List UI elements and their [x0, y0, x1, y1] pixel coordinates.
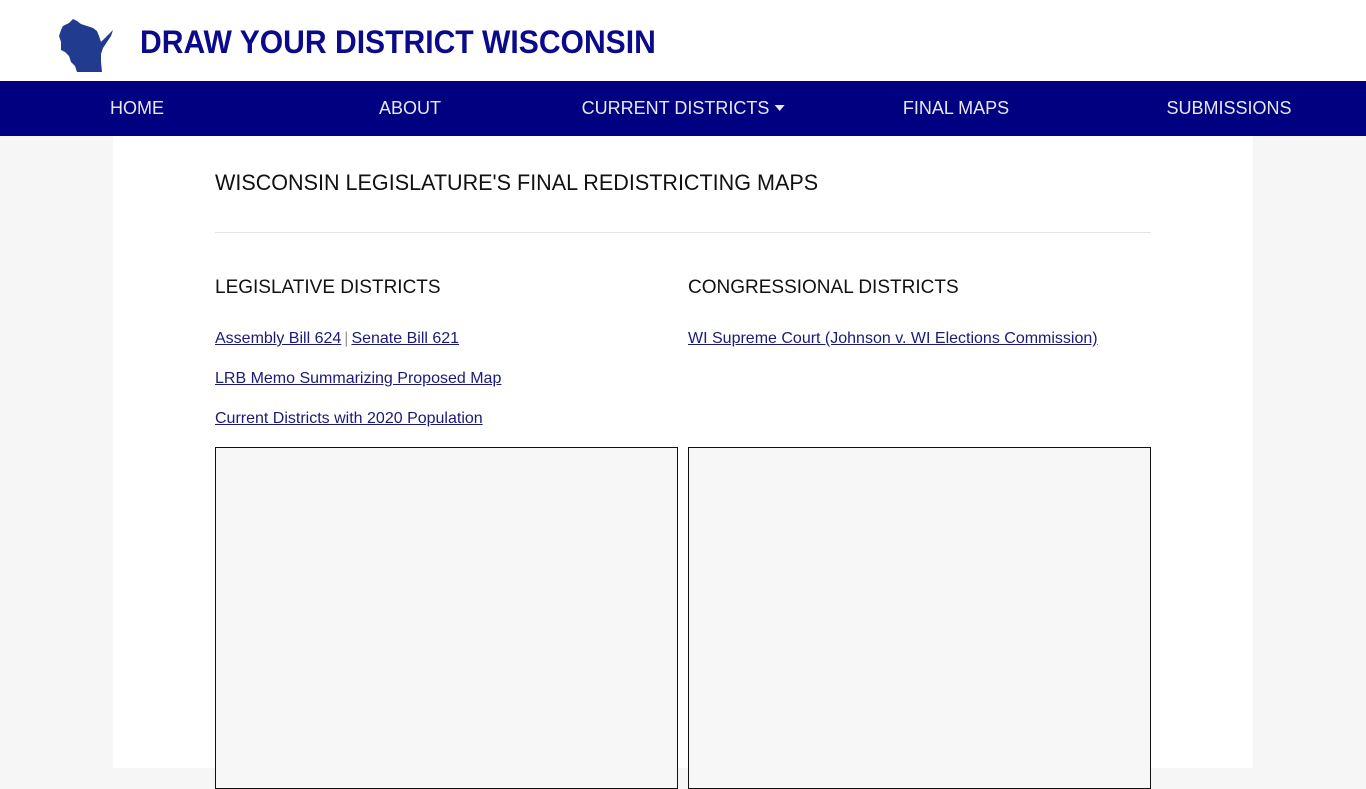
- main-content: WISCONSIN LEGISLATURE'S FINAL REDISTRICT…: [113, 136, 1253, 789]
- nav-current-districts[interactable]: CURRENT DISTRICTS: [582, 81, 785, 136]
- congressional-districts-section: CONGRESSIONAL DISTRICTS WI Supreme Court…: [688, 276, 1151, 351]
- senate-bill-link[interactable]: Senate Bill 621: [351, 330, 459, 347]
- nav-current-districts-label: CURRENT DISTRICTS: [581, 98, 770, 118]
- current-districts-link[interactable]: Current Districts with 2020 Population: [215, 410, 483, 427]
- nav-about[interactable]: ABOUT: [379, 81, 441, 136]
- congressional-map-embed[interactable]: [688, 447, 1151, 789]
- wisconsin-state-shape-icon[interactable]: [57, 16, 115, 73]
- current-districts-row: Current Districts with 2020 Population: [215, 407, 678, 431]
- page-title: WISCONSIN LEGISLATURE'S FINAL REDISTRICT…: [215, 170, 819, 195]
- divider: [215, 232, 1151, 233]
- bill-links-row: Assembly Bill 624 | Senate Bill 621: [215, 327, 678, 351]
- main-nav: HOME ABOUT CURRENT DISTRICTS FINAL MAPS …: [0, 81, 1366, 136]
- lrb-memo-row: LRB Memo Summarizing Proposed Map: [215, 367, 678, 391]
- section-heading: LEGISLATIVE DISTRICTS: [215, 277, 441, 298]
- site-header: DRAW YOUR DISTRICT WISCONSIN: [0, 0, 1366, 81]
- assembly-bill-link[interactable]: Assembly Bill 624: [215, 330, 341, 347]
- link-separator: |: [344, 330, 349, 347]
- section-heading: CONGRESSIONAL DISTRICTS: [688, 277, 959, 298]
- nav-submissions[interactable]: SUBMISSIONS: [1166, 81, 1291, 136]
- site-title[interactable]: DRAW YOUR DISTRICT WISCONSIN: [140, 24, 656, 61]
- supreme-court-link[interactable]: WI Supreme Court (Johnson v. WI Election…: [688, 330, 1098, 347]
- lrb-memo-link[interactable]: LRB Memo Summarizing Proposed Map: [215, 370, 501, 387]
- nav-home[interactable]: HOME: [110, 81, 164, 136]
- caret-down-icon: [774, 105, 785, 111]
- legislative-districts-section: LEGISLATIVE DISTRICTS Assembly Bill 624 |…: [215, 276, 678, 431]
- legislative-map-embed[interactable]: [215, 447, 678, 789]
- nav-final-maps[interactable]: FINAL MAPS: [903, 81, 1009, 136]
- supreme-court-row: WI Supreme Court (Johnson v. WI Election…: [688, 327, 1151, 351]
